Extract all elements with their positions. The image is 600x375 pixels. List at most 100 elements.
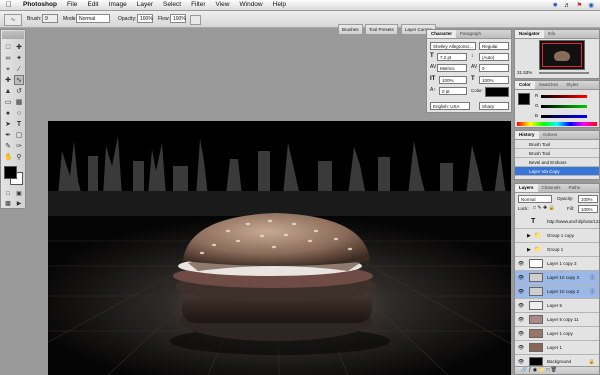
bluetooth-icon[interactable]: ✸ xyxy=(553,1,558,9)
lasso-tool-icon[interactable]: ∞ xyxy=(3,53,13,63)
history-item[interactable]: Brush Tool xyxy=(515,149,599,158)
path-selection-tool-icon[interactable]: ➤ xyxy=(3,119,13,129)
quickmask-mode-icon[interactable]: ▣ xyxy=(14,188,24,198)
menu-edit[interactable]: Edit xyxy=(82,0,103,10)
tab-actions[interactable]: Actions xyxy=(539,131,562,139)
foreground-color-swatch-top[interactable] xyxy=(4,166,17,179)
tab-paragraph[interactable]: Paragraph xyxy=(456,30,485,38)
add-style-icon[interactable]: ƒ xyxy=(529,367,532,373)
visibility-eye-icon[interactable] xyxy=(517,215,525,228)
layer-row[interactable]: 👁 Layer 5 copy 11 xyxy=(515,313,599,327)
layer-row[interactable]: 👁 Layer 1 xyxy=(515,341,599,355)
menu-help[interactable]: Help xyxy=(268,0,291,10)
shape-tool-icon[interactable]: ▢ xyxy=(14,130,24,140)
tab-layers[interactable]: Layers xyxy=(515,184,538,192)
jump-to-imageready-icon[interactable]: ▶ xyxy=(14,198,24,208)
baseline-field[interactable]: 0 pt xyxy=(439,87,467,95)
new-group-icon[interactable]: 📁 xyxy=(539,367,545,373)
zoom-tool-icon[interactable]: ⚲ xyxy=(14,152,24,162)
lock-icons[interactable]: □ ✎ ✚ 🔒 xyxy=(533,205,555,211)
menu-window[interactable]: Window xyxy=(235,0,268,10)
opacity-field[interactable]: 100% xyxy=(137,14,153,23)
expand-triangle-icon[interactable]: ▶ xyxy=(527,229,531,243)
eraser-tool-icon[interactable]: ▭ xyxy=(3,97,13,107)
tracking-field[interactable]: 0 xyxy=(479,64,509,72)
history-brush-tool-icon[interactable]: ↺ xyxy=(14,86,24,96)
link-layers-icon[interactable]: 🔗 xyxy=(521,367,527,373)
navigator-zoom-value[interactable]: 31.53% xyxy=(517,70,532,75)
layer-row-selected[interactable]: 👁 Layer 10 copy 2 ⓘ xyxy=(515,285,599,299)
text-color-swatch[interactable] xyxy=(485,87,509,97)
history-item-selected[interactable]: Layer Via Copy xyxy=(515,167,599,176)
slice-tool-icon[interactable]: ∕ xyxy=(14,64,24,74)
menu-view[interactable]: View xyxy=(211,0,235,10)
history-item[interactable]: Brush Tool xyxy=(515,140,599,149)
visibility-eye-icon[interactable]: 👁 xyxy=(517,285,525,298)
pen-tool-icon[interactable]: ✒ xyxy=(3,130,13,140)
well-tab-tool-presets[interactable]: Tool Presets xyxy=(365,24,398,34)
screen-mode-icon[interactable]: ▩ xyxy=(3,198,13,208)
brush-tool-icon[interactable]: ∿ xyxy=(14,75,24,85)
layer-row[interactable]: T http://www.anchi/photo/1235... xyxy=(515,215,600,229)
magic-wand-tool-icon[interactable]: ✦ xyxy=(14,53,24,63)
antialias-select[interactable]: Sharp xyxy=(479,102,509,110)
menu-image[interactable]: Image xyxy=(104,0,132,10)
hand-tool-icon[interactable]: ✋ xyxy=(3,152,13,162)
layer-row[interactable]: ▶ 📁 Group 1 copy xyxy=(515,229,599,243)
tab-character[interactable]: Character xyxy=(427,30,457,38)
crop-tool-icon[interactable]: ⌖ xyxy=(3,64,13,74)
layer-opacity-field[interactable]: 100% xyxy=(578,195,598,203)
tab-history[interactable]: History xyxy=(515,131,539,139)
layer-row[interactable]: ▶ 📁 Group 1 xyxy=(515,243,599,257)
tab-info[interactable]: Info xyxy=(544,30,560,38)
navigator-thumbnail[interactable] xyxy=(539,40,585,70)
font-style-select[interactable]: Regular xyxy=(479,42,509,50)
toolbox-header[interactable] xyxy=(2,31,24,39)
channel-b-slider[interactable] xyxy=(541,115,587,118)
eyedropper-tool-icon[interactable]: ✑ xyxy=(14,141,24,151)
visibility-eye-icon[interactable] xyxy=(517,243,525,256)
volume-icon[interactable]: ♬ xyxy=(564,2,571,9)
flag-icon[interactable]: ⚑ xyxy=(577,1,583,9)
color-foreground-swatch[interactable] xyxy=(518,93,530,105)
well-tab-brushes[interactable]: Brushes xyxy=(338,24,363,34)
trash-icon[interactable]: 🗑 xyxy=(551,367,557,373)
expand-triangle-icon[interactable]: ▶ xyxy=(527,243,531,257)
layer-effects-icon[interactable]: ⓘ xyxy=(590,271,595,285)
move-tool-icon[interactable]: ✚ xyxy=(14,42,24,52)
leading-field[interactable]: (Auto) xyxy=(479,53,509,61)
layer-row-selected[interactable]: 👁 Layer 10 copy 3 ⓘ xyxy=(515,271,599,285)
horizontal-scale-field[interactable]: 100% xyxy=(479,76,509,84)
visibility-eye-icon[interactable]: 👁 xyxy=(517,341,525,354)
layer-row[interactable]: 👁 Layer 1 copy 3 xyxy=(515,257,599,271)
visibility-eye-icon[interactable]: 👁 xyxy=(517,271,525,284)
menu-filter[interactable]: Filter xyxy=(186,0,210,10)
notes-tool-icon[interactable]: ✎ xyxy=(3,141,13,151)
spotlight-icon[interactable]: ◉ xyxy=(588,1,594,9)
tab-channels[interactable]: Channels xyxy=(538,184,565,192)
layer-row[interactable]: 👁 Layer 1 copy xyxy=(515,327,599,341)
clone-stamp-tool-icon[interactable]: ▲ xyxy=(3,86,13,96)
healing-brush-tool-icon[interactable]: ✚ xyxy=(3,75,13,85)
navigator-zoom-slider[interactable] xyxy=(539,72,589,74)
apple-menu-icon[interactable]:  xyxy=(0,0,18,10)
layer-row[interactable]: 👁 Layer 5 xyxy=(515,299,599,313)
font-size-field[interactable]: 7.2 pt xyxy=(437,53,467,61)
channel-g-slider[interactable] xyxy=(541,105,587,108)
tab-paths[interactable]: Paths xyxy=(565,184,585,192)
tab-color[interactable]: Color xyxy=(515,81,535,89)
menu-file[interactable]: File xyxy=(62,0,82,10)
visibility-eye-icon[interactable]: 👁 xyxy=(517,257,525,270)
app-menu[interactable]: Photoshop xyxy=(18,0,62,10)
visibility-eye-icon[interactable]: 👁 xyxy=(517,327,525,340)
layer-effects-icon[interactable]: ⓘ xyxy=(590,285,595,299)
blend-mode-select[interactable]: Normal xyxy=(518,195,552,203)
font-family-select[interactable]: Shelley AllegroScr... xyxy=(430,42,476,50)
tool-preset-picker[interactable]: ∿ xyxy=(4,14,22,26)
history-item[interactable]: Bevel and Emboss xyxy=(515,158,599,167)
new-layer-icon[interactable]: □ xyxy=(546,367,549,373)
brush-picker[interactable]: 9 xyxy=(42,14,58,23)
gradient-tool-icon[interactable]: ▦ xyxy=(14,97,24,107)
fill-field[interactable]: 100% xyxy=(578,205,598,213)
visibility-eye-icon[interactable] xyxy=(517,229,525,242)
